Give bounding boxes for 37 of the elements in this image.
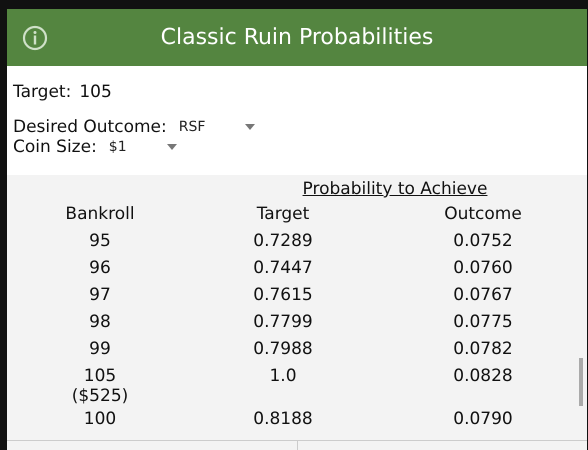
- coin-size-dropdown[interactable]: $1: [108, 139, 177, 155]
- table-cell: 105: [84, 366, 116, 386]
- table-cell-text: 0.8188: [252, 409, 314, 429]
- table-cell-text: 0.7289: [252, 231, 314, 251]
- caret-icon: [244, 124, 255, 130]
- target-label: Target:: [13, 82, 72, 102]
- table-cell: 96: [89, 258, 111, 278]
- table-cell-text: 0.0828: [452, 366, 514, 386]
- table-cell: 97: [89, 285, 111, 305]
- outcome-dropdown[interactable]: RSF: [178, 119, 255, 135]
- table-cell-text: 0.0775: [452, 312, 514, 332]
- table-cell: 99: [89, 339, 111, 359]
- table-cell-text: 0.7988: [252, 339, 314, 359]
- outcome-label: Desired Outcome:: [13, 117, 167, 137]
- table-cell-text: 0.7447: [252, 258, 314, 278]
- table-cell: 100: [84, 409, 116, 429]
- table-cell-text: 1.0: [268, 366, 298, 386]
- column-header: Outcome: [443, 204, 523, 224]
- caret-icon: [166, 144, 177, 150]
- table-cell-text: 0.0767: [452, 285, 514, 305]
- column-header: Target: [256, 204, 310, 224]
- group-heading: Probability to Achieve: [302, 179, 488, 199]
- window-title: Classic Ruin Probabilities: [160, 25, 434, 50]
- table-cell: 98: [89, 312, 111, 332]
- table-cell-text: 0.7615: [252, 285, 314, 305]
- table-cell-text: 0.7799: [252, 312, 314, 332]
- table-cell: 95: [89, 231, 111, 251]
- table-cell-text: 0.0790: [452, 409, 514, 429]
- scrollbar[interactable]: [579, 358, 583, 406]
- column-header: Bankroll: [64, 204, 136, 224]
- info-icon[interactable]: [22, 24, 48, 50]
- table-cell-text: 0.0752: [452, 231, 514, 251]
- target-value: 105: [79, 82, 112, 102]
- table-cell-text: 0.0760: [452, 258, 514, 278]
- table-cell-note: ($525): [72, 386, 128, 406]
- table-cell-text: 0.0782: [452, 339, 514, 359]
- coin-size-label: Coin Size:: [13, 137, 97, 157]
